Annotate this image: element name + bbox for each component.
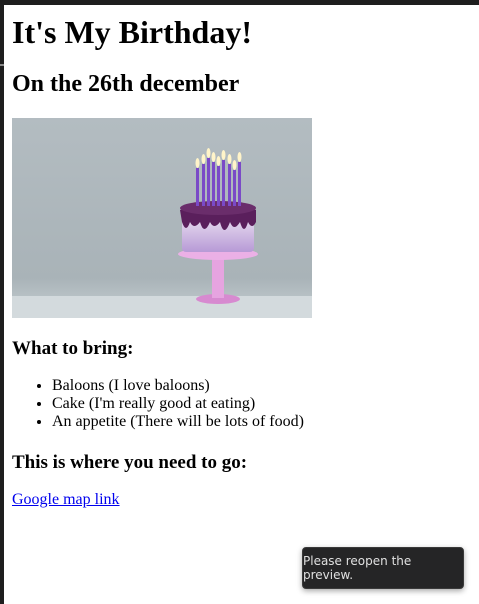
location-heading: This is where you need to go: — [12, 452, 248, 473]
google-map-link[interactable]: Google map link — [12, 491, 120, 509]
list-item: An appetite (There will be lots of food) — [52, 413, 304, 431]
bring-heading: What to bring: — [12, 338, 134, 359]
page-content: It's My Birthday! On the 26th december — [12, 8, 472, 98]
editor-frame-left — [0, 0, 4, 604]
notification-message: Please reopen the preview. — [303, 554, 412, 582]
bring-list: Baloons (I love baloons) Cake (I'm reall… — [12, 377, 304, 431]
page-subtitle: On the 26th december — [12, 71, 240, 97]
editor-frame-top — [0, 0, 479, 5]
preview-notification: Please reopen the preview. — [302, 547, 464, 589]
list-item: Baloons (I love baloons) — [52, 377, 304, 395]
birthday-cake-image — [12, 118, 312, 318]
list-item: Cake (I'm really good at eating) — [52, 395, 304, 413]
page-title: It's My Birthday! — [12, 14, 252, 50]
editor-frame-marker — [0, 64, 4, 66]
